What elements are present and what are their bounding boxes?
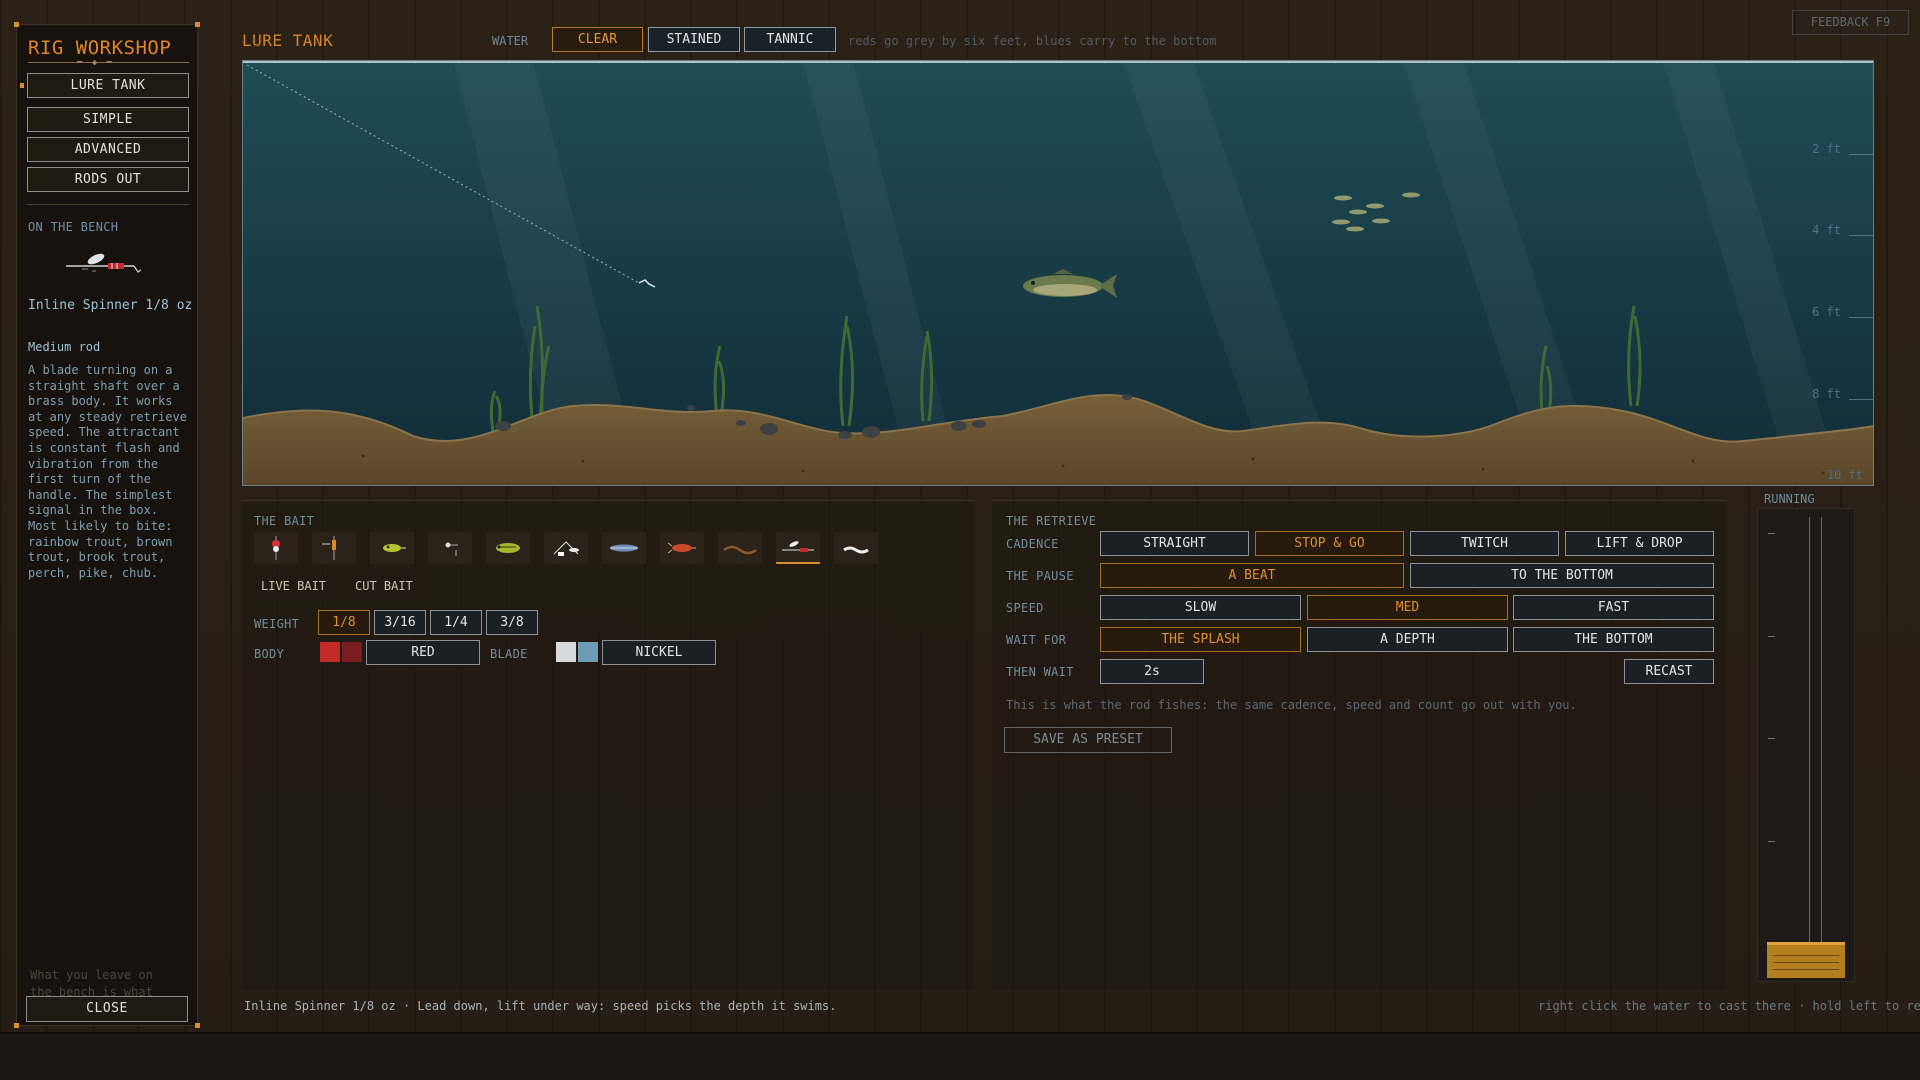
speed-med-button[interactable]: MED (1307, 595, 1508, 620)
pause-to-the-bottom-button[interactable]: TO THE BOTTOM (1410, 563, 1714, 588)
weight-1-4-button[interactable]: 1/4 (430, 610, 482, 635)
blade-color-swatch-nickel[interactable] (556, 642, 576, 662)
speed-fast-button[interactable]: FAST (1513, 595, 1714, 620)
bait-grub-icon[interactable] (834, 532, 878, 564)
bait-inline-spinner-icon[interactable] (776, 532, 820, 564)
bench-label: ON THE BENCH (28, 220, 119, 234)
blade-color-swatch-blue[interactable] (578, 642, 598, 662)
corner-ornament (14, 22, 19, 27)
controls-hint: right click the water to cast there · ho… (1538, 999, 1920, 1013)
bait-float-rig-icon[interactable] (312, 532, 356, 564)
nav-simple[interactable]: SIMPLE (27, 107, 189, 132)
bait-section-label: THE BAIT (254, 514, 315, 528)
wait-for-splash-button[interactable]: THE SPLASH (1100, 627, 1301, 652)
cadence-lift-and-drop-button[interactable]: LIFT & DROP (1565, 531, 1714, 556)
rod-name: Medium rod (28, 340, 101, 354)
lure-name: Inline Spinner 1/8 oz (28, 298, 193, 313)
cadence-twitch-button[interactable]: TWITCH (1410, 531, 1559, 556)
bait-worm-icon[interactable] (718, 532, 762, 564)
then-wait-label: THEN WAIT (1006, 665, 1074, 679)
gauge-line (1821, 517, 1822, 947)
body-color-swatch-red[interactable] (320, 642, 340, 662)
inline-spinner-preview-icon (62, 245, 152, 281)
wait-for-bottom-button[interactable]: THE BOTTOM (1513, 627, 1714, 652)
gauge-tick (1768, 533, 1775, 534)
water-hint: reds go grey by six feet, blues carry to… (848, 34, 1217, 48)
bait-crawfish-icon[interactable] (660, 532, 704, 564)
close-button[interactable]: CLOSE (26, 996, 188, 1022)
bait-jig-icon[interactable] (428, 532, 472, 564)
body-color-select[interactable]: RED (366, 640, 480, 665)
retrieve-section-label: THE RETRIEVE (1006, 514, 1097, 528)
gauge-tick (1768, 841, 1775, 842)
wait-for-depth-button[interactable]: A DEPTH (1307, 627, 1508, 652)
sidebar: RIG WORKSHOP ━ ◆ ━ LURE TANK SIMPLE ADVA… (14, 22, 200, 1028)
then-wait-stepper[interactable]: 2s (1100, 659, 1204, 684)
gauge-line (1809, 517, 1810, 947)
bait-minnow-plug-icon[interactable] (602, 532, 646, 564)
weight-1-8-button[interactable]: 1/8 (318, 610, 370, 635)
depth-label-10ft: 10 ft (1826, 468, 1863, 482)
depth-tick (1849, 235, 1873, 236)
footer-strip (0, 1032, 1920, 1080)
live-bait-tab[interactable]: LIVE BAIT (254, 574, 334, 598)
save-as-preset-button[interactable]: SAVE AS PRESET (1004, 727, 1172, 753)
speed-slow-button[interactable]: SLOW (1100, 595, 1301, 620)
corner-ornament (195, 22, 200, 27)
active-nav-marker (20, 83, 24, 88)
depth-label-6ft: 6 ft (1812, 305, 1841, 319)
lure-description: A blade turning on a straight shaft over… (28, 363, 187, 580)
depth-label-2ft: 2 ft (1812, 142, 1841, 156)
sidebar-divider (27, 204, 189, 205)
gauge-tick (1768, 738, 1775, 739)
feedback-button[interactable]: FEEDBACK F9 (1792, 10, 1909, 35)
weight-label: WEIGHT (254, 617, 300, 631)
body-label: BODY (254, 647, 285, 661)
nav-advanced[interactable]: ADVANCED (27, 137, 189, 162)
weight-3-16-button[interactable]: 3/16 (374, 610, 426, 635)
reel-spool-icon (1767, 942, 1845, 978)
body-color-swatch-dark-red[interactable] (342, 642, 362, 662)
cadence-straight-button[interactable]: STRAIGHT (1100, 531, 1249, 556)
water-label: WATER (492, 34, 529, 48)
depth-label-8ft: 8 ft (1812, 387, 1841, 401)
bait-spoon-icon[interactable] (370, 532, 414, 564)
water-tannic-button[interactable]: TANNIC (744, 27, 836, 52)
cadence-stop-and-go-button[interactable]: STOP & GO (1255, 531, 1404, 556)
cut-bait-tab[interactable]: CUT BAIT (348, 574, 420, 598)
lure-tank-view[interactable]: 2 ft 4 ft 6 ft 8 ft 10 ft (242, 60, 1874, 486)
depth-tick (1849, 317, 1873, 318)
title-ornament-icon: ━ ◆ ━ (77, 58, 115, 68)
bait-spinnerbait-icon[interactable] (544, 532, 588, 564)
corner-ornament (14, 1023, 19, 1028)
weight-3-8-button[interactable]: 3/8 (486, 610, 538, 635)
running-depth-gauge (1757, 508, 1855, 982)
corner-ornament (195, 1023, 200, 1028)
depth-tick (1849, 399, 1873, 400)
blade-label: BLADE (490, 647, 528, 661)
speed-label: SPEED (1006, 601, 1044, 615)
wait-for-label: WAIT FOR (1006, 633, 1067, 647)
running-label: RUNNING (1764, 492, 1815, 506)
bait-bobber-rig-icon[interactable] (254, 532, 298, 564)
depth-label-4ft: 4 ft (1812, 223, 1841, 237)
blade-color-select[interactable]: NICKEL (602, 640, 716, 665)
nav-rods-out[interactable]: RODS OUT (27, 167, 189, 192)
recast-button[interactable]: RECAST (1624, 659, 1714, 684)
retrieve-note: This is what the rod fishes: the same ca… (1006, 698, 1577, 712)
water-stained-button[interactable]: STAINED (648, 27, 740, 52)
page-title: LURE TANK (242, 31, 334, 50)
water-clear-button[interactable]: CLEAR (552, 27, 643, 52)
nav-lure-tank[interactable]: LURE TANK (27, 73, 189, 98)
workshop-title: RIG WORKSHOP (28, 37, 172, 59)
status-message: Inline Spinner 1/8 oz · Lead down, lift … (244, 999, 837, 1013)
pause-a-beat-button[interactable]: A BEAT (1100, 563, 1404, 588)
gauge-tick (1768, 636, 1775, 637)
depth-tick (1849, 154, 1873, 155)
bait-crankbait-icon[interactable] (486, 532, 530, 564)
pause-label: THE PAUSE (1006, 569, 1074, 583)
tank-scene (243, 61, 1873, 485)
cadence-label: CADENCE (1006, 537, 1059, 551)
